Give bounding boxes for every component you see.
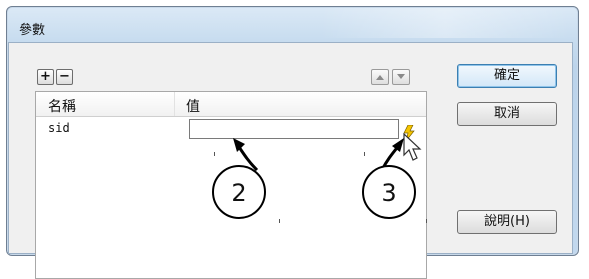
add-parameter-button[interactable]: + bbox=[37, 69, 54, 85]
remove-parameter-button[interactable]: − bbox=[56, 69, 73, 85]
minus-icon: − bbox=[59, 69, 70, 84]
parameter-value-input[interactable] bbox=[189, 119, 399, 139]
tick-mark bbox=[279, 219, 280, 223]
cancel-button[interactable]: 取消 bbox=[457, 102, 557, 126]
titlebar-blur bbox=[320, 8, 570, 38]
column-header-name: 名稱 bbox=[48, 99, 76, 115]
move-up-button[interactable] bbox=[371, 69, 389, 85]
help-button[interactable]: 說明(H) bbox=[457, 210, 557, 234]
column-header-value: 值 bbox=[186, 99, 200, 115]
table-row-name: sid bbox=[48, 121, 70, 135]
plus-icon: + bbox=[40, 69, 51, 84]
dialog-title: 參數 bbox=[19, 23, 46, 38]
tick-mark bbox=[364, 152, 365, 156]
up-arrow-icon bbox=[376, 75, 384, 80]
callout-2: 2 bbox=[212, 165, 266, 219]
move-down-button[interactable] bbox=[392, 69, 410, 85]
callout-3: 3 bbox=[362, 165, 416, 219]
down-arrow-icon bbox=[397, 74, 405, 79]
tick-mark bbox=[214, 152, 215, 156]
column-separator bbox=[174, 92, 175, 116]
table-header: 名稱 值 bbox=[36, 92, 426, 117]
tick-mark bbox=[426, 219, 427, 223]
ok-button[interactable]: 確定 bbox=[457, 64, 557, 88]
